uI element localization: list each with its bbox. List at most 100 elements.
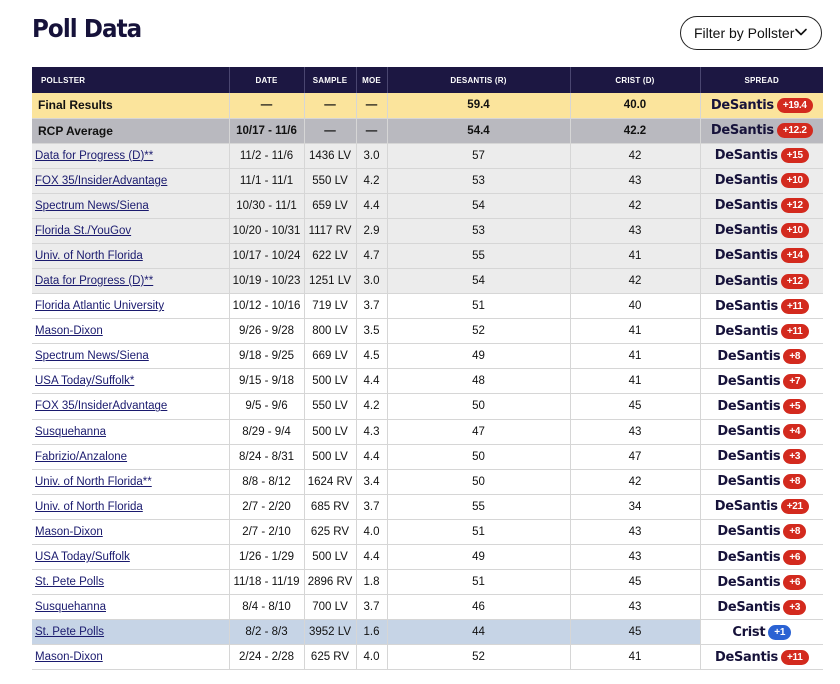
spread-leader: DeSantis: [714, 273, 778, 289]
crist-cell: 40.0: [570, 93, 701, 119]
header-date[interactable]: DATE: [229, 67, 305, 93]
sample-cell: —: [304, 118, 357, 144]
header-spread[interactable]: SPREAD: [700, 67, 823, 93]
desantis-cell: 52: [387, 318, 571, 345]
pollster-link[interactable]: Florida St./YouGov: [35, 225, 131, 237]
moe-cell: 4.0: [356, 519, 388, 546]
pollster-link[interactable]: St. Pete Polls: [35, 576, 104, 588]
date-cell: 10/17 - 11/6: [229, 118, 305, 144]
spread-leader: DeSantis: [717, 574, 781, 590]
date-cell: —: [229, 93, 305, 119]
date-cell: 2/7 - 2/10: [229, 519, 305, 546]
moe-cell: 2.9: [356, 218, 388, 244]
pollster-link[interactable]: FOX 35/InsiderAdvantage: [35, 175, 167, 187]
spread: DeSantis +3: [717, 449, 807, 465]
header-crist[interactable]: CRIST (D): [570, 67, 701, 93]
spread-leader: DeSantis: [717, 599, 781, 615]
table-row: Mason-Dixon 2/24 - 2/28 625 RV 4.0 52 41 DeSan…: [32, 644, 823, 671]
spread-leader: DeSantis: [717, 348, 781, 364]
table-row: Mason-Dixon 9/26 - 9/28 800 LV 3.5 52 41 DeSan…: [32, 318, 823, 345]
table-row: Data for Progress (D)** 11/2 - 11/6 1436 L…: [32, 143, 823, 169]
pollster-link[interactable]: Fabrizio/Anzalone: [35, 451, 127, 463]
moe-cell: 4.3: [356, 419, 388, 445]
spread-badge: +8: [783, 524, 807, 540]
spread: DeSantis +3: [717, 599, 807, 615]
pollster-cell: Mason-Dixon: [32, 519, 230, 546]
spread: DeSantis +11: [714, 298, 809, 314]
spread-cell: DeSantis +12.2: [700, 118, 823, 144]
pollster-link[interactable]: Data for Progress (D)**: [35, 150, 153, 162]
date-cell: 11/1 - 11/1: [229, 168, 305, 194]
spread-cell: DeSantis +10: [700, 168, 823, 194]
crist-cell: 43: [570, 519, 701, 546]
moe-cell: 1.6: [356, 619, 388, 646]
moe-cell: 4.5: [356, 343, 388, 370]
sample-cell: 659 LV: [304, 193, 357, 219]
date-cell: 10/19 - 10/23: [229, 268, 305, 295]
header-moe[interactable]: MOE: [356, 67, 388, 93]
pollster-cell: Spectrum News/Siena: [32, 343, 230, 370]
pollster-link[interactable]: Mason-Dixon: [35, 651, 103, 663]
desantis-cell: 54: [387, 268, 571, 295]
moe-cell: 4.2: [356, 168, 388, 194]
desantis-cell: 49: [387, 544, 571, 571]
spread-leader: DeSantis: [714, 223, 778, 239]
pollster-link[interactable]: Spectrum News/Siena: [35, 200, 149, 212]
spread: DeSantis +4: [717, 424, 807, 440]
crist-cell: 34: [570, 494, 701, 520]
spread-cell: DeSantis +6: [700, 544, 823, 571]
spread-badge: +12: [780, 273, 809, 289]
spread-cell: DeSantis +7: [700, 368, 823, 395]
spread-leader: DeSantis: [717, 549, 781, 565]
pollster-link[interactable]: Mason-Dixon: [35, 325, 103, 337]
spread-badge: +11: [781, 323, 809, 339]
moe-cell: 4.2: [356, 393, 388, 420]
spread: DeSantis +14: [715, 248, 809, 264]
spread-badge: +19.4: [776, 97, 813, 113]
spread-badge: +12.2: [776, 123, 813, 138]
spread-cell: Crist +1: [700, 619, 823, 646]
desantis-cell: 49: [387, 343, 571, 370]
spread-cell: DeSantis +3: [700, 444, 823, 470]
desantis-cell: 47: [387, 419, 571, 445]
sample-cell: 685 RV: [304, 494, 357, 520]
pollster-link[interactable]: Spectrum News/Siena: [35, 350, 149, 362]
sample-cell: 625 RV: [304, 644, 357, 671]
pollster-link[interactable]: Susquehanna: [35, 601, 106, 613]
date-cell: 2/7 - 2/20: [229, 494, 305, 520]
pollster-link[interactable]: St. Pete Polls: [35, 626, 104, 638]
spread-badge: +10: [780, 173, 809, 189]
crist-cell: 45: [570, 569, 701, 596]
table-row: USA Today/Suffolk* 9/15 - 9/18 500 LV 4.4 48…: [32, 368, 823, 395]
spread-leader: DeSantis: [714, 323, 778, 339]
pollster-link[interactable]: Univ. of North Florida: [35, 250, 143, 262]
pollster-link[interactable]: Data for Progress (D)**: [35, 275, 153, 287]
filter-by-pollster-button[interactable]: Filter by Pollster: [680, 16, 822, 50]
header-sample[interactable]: SAMPLE: [304, 67, 357, 93]
pollster-link[interactable]: USA Today/Suffolk*: [35, 375, 134, 387]
spread: DeSantis +5: [717, 398, 807, 414]
crist-cell: 43: [570, 544, 701, 571]
spread: DeSantis +15: [715, 148, 809, 164]
moe-cell: 3.7: [356, 293, 388, 320]
header-desantis[interactable]: DESANTIS (R): [387, 67, 571, 93]
pollster-link[interactable]: Florida Atlantic University: [35, 300, 164, 312]
spread-leader: DeSantis: [714, 298, 778, 314]
pollster-link[interactable]: USA Today/Suffolk: [35, 551, 130, 563]
pollster-link[interactable]: Mason-Dixon: [35, 526, 103, 538]
date-cell: 9/5 - 9/6: [229, 393, 305, 420]
pollster-cell: Susquehanna: [32, 594, 230, 621]
pollster-link[interactable]: Univ. of North Florida: [35, 501, 143, 513]
sample-cell: —: [304, 93, 357, 119]
pollster-link[interactable]: FOX 35/InsiderAdvantage: [35, 400, 167, 412]
pollster-cell: Susquehanna: [32, 419, 230, 445]
moe-cell: 3.7: [356, 594, 388, 621]
date-cell: 2/24 - 2/28: [229, 644, 305, 671]
desantis-cell: 55: [387, 494, 571, 520]
spread-leader: DeSantis: [717, 373, 781, 389]
sample-cell: 669 LV: [304, 343, 357, 370]
pollster-link[interactable]: Susquehanna: [35, 426, 106, 438]
header-pollster[interactable]: POLLSTER: [32, 67, 230, 93]
desantis-cell: 48: [387, 368, 571, 395]
pollster-link[interactable]: Univ. of North Florida**: [35, 476, 152, 488]
